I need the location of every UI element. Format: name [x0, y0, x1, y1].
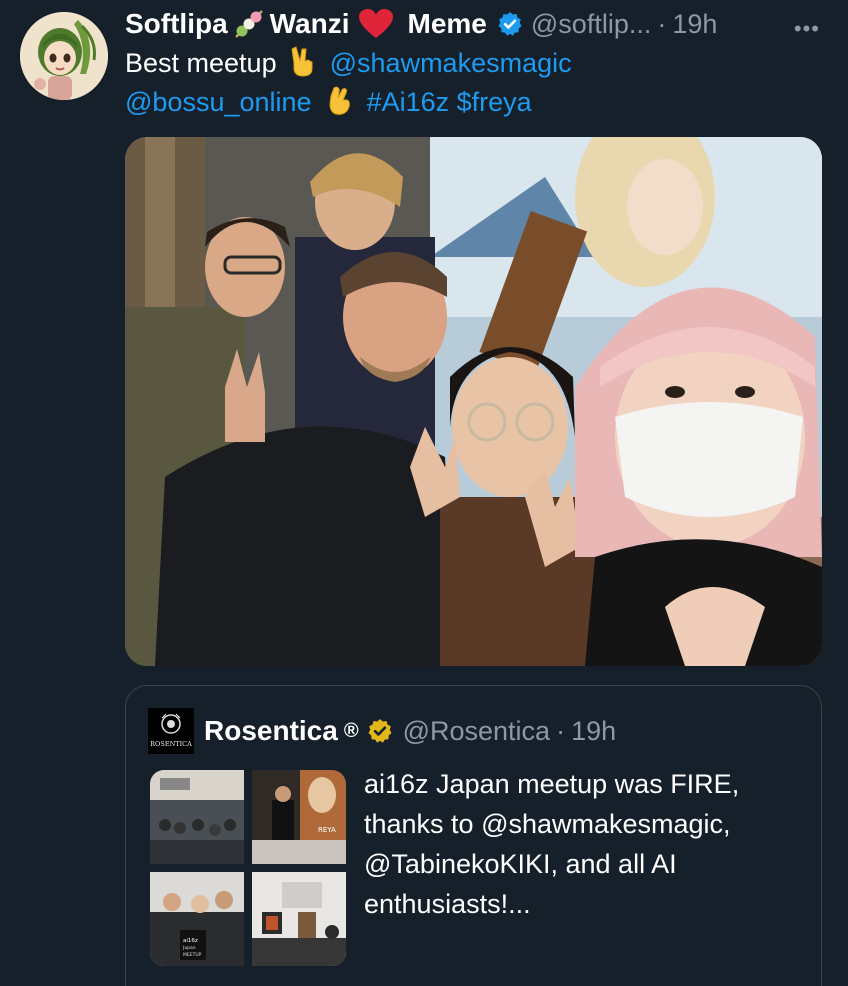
cashtag-freya[interactable]: $freya [457, 87, 532, 117]
tweet-photo[interactable] [125, 137, 822, 666]
quoted-tweet-header: Rosentica ® @Rosentica · 19h [204, 710, 616, 752]
tweet-timestamp[interactable]: 19h [672, 9, 717, 40]
author-name-part3: Meme [407, 8, 487, 39]
more-options-button[interactable]: ••• [794, 16, 820, 42]
group-photo-icon: ai16z Japan MEETUP [150, 872, 244, 966]
tweet-text: Best meetup @shawmakesmagic @bossu_onlin… [125, 44, 815, 122]
rose-crest-icon: ROSENTICA [148, 708, 194, 754]
quoted-photo-3-label-3: MEETUP [183, 952, 202, 958]
author-name-part1: Softlipa [125, 8, 228, 39]
dango-emoji-icon [234, 10, 263, 38]
anime-girl-avatar-icon [20, 12, 108, 100]
speaker-photo-icon: REYA [252, 770, 346, 864]
quoted-author-name[interactable]: Rosentica [204, 715, 338, 747]
quoted-photo-1[interactable] [150, 770, 244, 864]
presentation-room-photo-icon [252, 872, 346, 966]
mention-shawmakesmagic[interactable]: @shawmakesmagic [330, 48, 572, 78]
quoted-photo-3[interactable]: ai16z Japan MEETUP [150, 872, 244, 966]
victory-hand-emoji-icon [291, 46, 313, 77]
quoted-text-line-4: enthusiasts!... [364, 889, 531, 919]
quoted-text-line-2: thanks to @shawmakesmagic, [364, 809, 731, 839]
tweet-header: Softlipa Wanzi Meme @softlip... · 19h [125, 4, 828, 44]
author-name-part2: Wanzi [269, 8, 350, 39]
quoted-photo-2-label: REYA [318, 826, 336, 834]
red-heart-icon [358, 9, 393, 38]
registered-mark: ® [343, 719, 359, 742]
crossed-fingers-emoji-icon [329, 86, 350, 115]
meetup-audience-photo-icon [150, 770, 244, 864]
verified-badge-icon [498, 12, 522, 36]
tweet-text-prefix: Best meetup [125, 48, 277, 78]
rosentica-logo-text: ROSENTICA [150, 740, 192, 748]
quoted-text-line-3: @TabinekoKIKI, and all AI [364, 849, 677, 879]
quoted-text-line-1: ai16z Japan meetup was FIRE, [364, 769, 740, 799]
quoted-photo-3-label-2: Japan [182, 945, 196, 951]
tweet[interactable]: Softlipa Wanzi Meme @softlip... · 19h ••… [0, 0, 848, 986]
rosentica-logo[interactable]: ROSENTICA [148, 708, 194, 754]
author-display-name[interactable]: Softlipa Wanzi Meme [125, 8, 523, 40]
quoted-tweet-timestamp[interactable]: 19h [571, 716, 616, 747]
hashtag-ai16z[interactable]: #Ai16z [367, 87, 450, 117]
quoted-media-grid[interactable]: REYA ai16z Japan MEETUP [150, 770, 346, 966]
group-selfie-photo-icon [125, 137, 822, 666]
author-avatar[interactable] [20, 12, 108, 100]
quoted-photo-2[interactable]: REYA [252, 770, 346, 864]
author-handle[interactable]: @softlip... [531, 9, 651, 40]
quoted-tweet[interactable]: ROSENTICA Rosentica ® @Rosentica · 19h R… [125, 685, 822, 986]
quoted-photo-4[interactable] [252, 872, 346, 966]
separator-dot: · [556, 715, 566, 746]
quoted-photo-3-label-1: ai16z [183, 938, 198, 944]
mention-bossu-online[interactable]: @bossu_online [125, 87, 312, 117]
quoted-author-handle[interactable]: @Rosentica [403, 716, 550, 747]
separator-dot: · [657, 8, 667, 39]
gold-verified-badge-icon [368, 719, 392, 743]
quoted-tweet-text: ai16z Japan meetup was FIRE, thanks to @… [364, 764, 804, 924]
